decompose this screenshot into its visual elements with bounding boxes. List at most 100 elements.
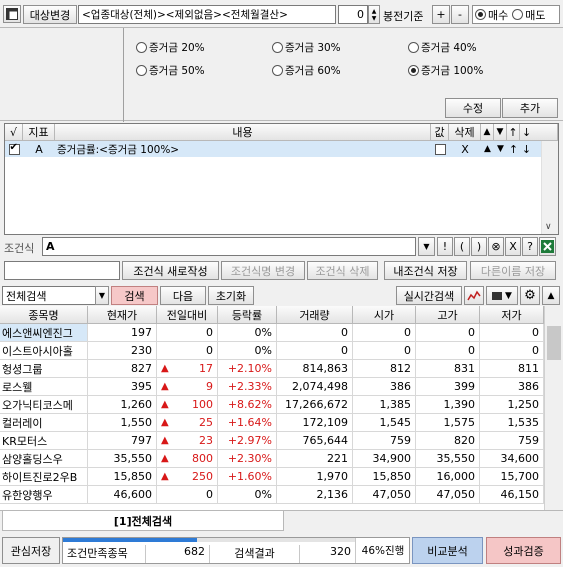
delete-condition-button[interactable]: 조건식 삭제 xyxy=(307,261,378,280)
condition-name-input[interactable] xyxy=(4,261,120,280)
realtime-search-button[interactable]: 실시간검색 xyxy=(396,286,462,305)
window-icon[interactable] xyxy=(3,5,21,23)
header-name[interactable]: 종목명 xyxy=(0,306,88,324)
grid-scrollbar[interactable] xyxy=(544,306,563,510)
modify-button[interactable]: 수정 xyxy=(445,98,501,118)
quantity-input[interactable]: 0 xyxy=(338,5,368,24)
x-button[interactable]: X xyxy=(505,237,521,256)
target-change-button[interactable]: 대상변경 xyxy=(23,5,77,24)
stepper-up-icon[interactable]: ▲ xyxy=(372,8,377,15)
quantity-stepper[interactable]: ▲ ▼ xyxy=(368,5,380,24)
cell-name[interactable]: 컬러레이 xyxy=(0,414,88,432)
list-menu-button[interactable]: ▼ xyxy=(486,286,518,305)
condition-expr-input[interactable]: A xyxy=(42,237,416,256)
cell-name[interactable]: KR모터스 xyxy=(0,432,88,450)
cell-name[interactable]: 삼양홀딩스우 xyxy=(0,450,88,468)
table-row[interactable]: 컬러레이 1,550 ▲ 25 +1.64% 172,109 1,545 1,575 1,535 xyxy=(0,414,544,432)
table-row[interactable]: 헝셩그룹 827 ▲ 17 +2.10% 814,863 812 831 811 xyxy=(0,360,544,378)
collapse-button[interactable]: ▲ xyxy=(542,286,560,305)
margin-radio-icon[interactable] xyxy=(272,42,283,53)
buy-radio-icon[interactable] xyxy=(475,9,486,20)
condition-delete-button[interactable]: X xyxy=(449,143,481,156)
header-high[interactable]: 고가 xyxy=(416,306,480,324)
table-row[interactable]: 유한양행우 46,600 0 0% 2,136 47,050 47,050 46,150 xyxy=(0,486,544,504)
scroll-thumb[interactable] xyxy=(547,326,561,360)
margin-option-1[interactable]: 증거금 20% xyxy=(136,40,205,55)
header-low[interactable]: 저가 xyxy=(480,306,544,324)
open-paren-button[interactable]: ( xyxy=(454,237,470,256)
value-checkbox[interactable] xyxy=(434,143,446,155)
cell-name[interactable]: 하이트진로2우B xyxy=(0,468,88,486)
new-condition-button[interactable]: 조건식 새로작성 xyxy=(122,261,219,280)
condition-scrollbar[interactable]: ∨ xyxy=(541,141,558,234)
condition-row-check[interactable] xyxy=(5,142,23,155)
margin-option-6[interactable]: 증거금 100% xyxy=(408,63,483,78)
minus-button[interactable]: - xyxy=(451,5,469,24)
search-scope-select[interactable]: 전체검색 xyxy=(2,286,96,305)
move-bottom-button[interactable]: ↓ xyxy=(520,143,533,156)
scroll-down-icon[interactable]: ∨ xyxy=(545,222,552,232)
sell-radio[interactable]: 매도 xyxy=(512,7,546,23)
header-rate[interactable]: 등락률 xyxy=(218,306,277,324)
table-row[interactable]: KR모터스 797 ▲ 23 +2.97% 765,644 759 820 759 xyxy=(0,432,544,450)
table-row[interactable]: 하이트진로2우B 15,850 ▲ 250 +1.60% 1,970 15,850 16,00… xyxy=(0,468,544,486)
performance-button[interactable]: 성과검증 xyxy=(486,537,561,564)
condition-row[interactable]: A 증거금률:<증거금 100%> X ▲ ▼ ↑ ↓ xyxy=(5,141,541,157)
condition-checkbox[interactable] xyxy=(8,142,20,155)
cell-name[interactable]: 오가닉티코스메 xyxy=(0,396,88,414)
table-row[interactable]: 삼양홀딩스우 35,550 ▲ 800 +2.30% 221 34,900 35,550 34,… xyxy=(0,450,544,468)
excel-button[interactable] xyxy=(539,237,556,256)
search-scope-dropdown[interactable]: ▼ xyxy=(95,286,109,305)
save-condition-button[interactable]: 내조건식 저장 xyxy=(384,261,467,280)
cell-value: 2,136 xyxy=(316,488,349,501)
margin-option-2[interactable]: 증거금 30% xyxy=(272,40,341,55)
cell-name[interactable]: 로스웰 xyxy=(0,378,88,396)
add-button[interactable]: 추가 xyxy=(502,98,558,118)
margin-radio-icon[interactable] xyxy=(408,65,419,76)
cell-name[interactable]: 유한양행우 xyxy=(0,486,88,504)
reset-button[interactable]: 초기화 xyxy=(208,286,254,305)
table-row[interactable]: 에스앤씨엔진그 197 0 0% 0 0 0 0 xyxy=(0,324,544,342)
condition-row-content[interactable]: 증거금률:<증거금 100%> xyxy=(55,142,431,157)
margin-radio-icon[interactable] xyxy=(272,65,283,76)
header-price[interactable]: 현재가 xyxy=(88,306,157,324)
margin-radio-icon[interactable] xyxy=(408,42,419,53)
not-button[interactable]: ! xyxy=(437,237,453,256)
result-tab[interactable]: [1]전체검색 xyxy=(2,511,284,531)
close-paren-button[interactable]: ) xyxy=(471,237,487,256)
help-button[interactable]: ? xyxy=(522,237,538,256)
margin-radio-icon[interactable] xyxy=(136,42,147,53)
move-down-button[interactable]: ▼ xyxy=(494,144,507,154)
plus-button[interactable]: + xyxy=(432,5,450,24)
header-open[interactable]: 시가 xyxy=(353,306,416,324)
cell-name[interactable]: 헝셩그룹 xyxy=(0,360,88,378)
save-interest-button[interactable]: 관심저장 xyxy=(2,537,60,564)
rename-condition-button[interactable]: 조건식명 변경 xyxy=(221,261,305,280)
next-button[interactable]: 다음 xyxy=(160,286,206,305)
search-button[interactable]: 검색 xyxy=(111,286,158,305)
compare-button[interactable]: 비교분석 xyxy=(412,537,483,564)
cell-name[interactable]: 에스앤씨엔진그 xyxy=(0,324,88,342)
xor-button[interactable]: ⊗ xyxy=(488,237,504,256)
move-up-button[interactable]: ▲ xyxy=(481,144,494,154)
buy-radio[interactable]: 매수 xyxy=(475,7,508,23)
table-row[interactable]: 로스웰 395 ▲ 9 +2.33% 2,074,498 386 399 386 xyxy=(0,378,544,396)
sell-radio-icon[interactable] xyxy=(512,9,524,20)
table-row[interactable]: 이스트아시아홀 230 0 0% 0 0 0 0 xyxy=(0,342,544,360)
margin-radio-icon[interactable] xyxy=(136,65,147,76)
chart-button[interactable] xyxy=(464,286,484,305)
header-volume[interactable]: 거래량 xyxy=(277,306,353,324)
condition-row-value[interactable] xyxy=(431,143,449,155)
col-content-header: 내용 xyxy=(55,124,431,141)
margin-option-5[interactable]: 증거금 60% xyxy=(272,63,341,78)
margin-option-3[interactable]: 증거금 40% xyxy=(408,40,477,55)
header-change[interactable]: 전일대비 xyxy=(157,306,218,324)
stepper-down-icon[interactable]: ▼ xyxy=(372,15,377,22)
table-row[interactable]: 오가닉티코스메 1,260 ▲ 100 +8.62% 17,266,672 1,385 1,3… xyxy=(0,396,544,414)
settings-button[interactable]: ⚙ xyxy=(520,286,540,305)
move-top-button[interactable]: ↑ xyxy=(507,143,520,156)
margin-option-4[interactable]: 증거금 50% xyxy=(136,63,205,78)
save-as-button[interactable]: 다른이름 저장 xyxy=(470,261,556,280)
cell-name[interactable]: 이스트아시아홀 xyxy=(0,342,88,360)
expr-dropdown-button[interactable]: ▼ xyxy=(418,237,435,256)
